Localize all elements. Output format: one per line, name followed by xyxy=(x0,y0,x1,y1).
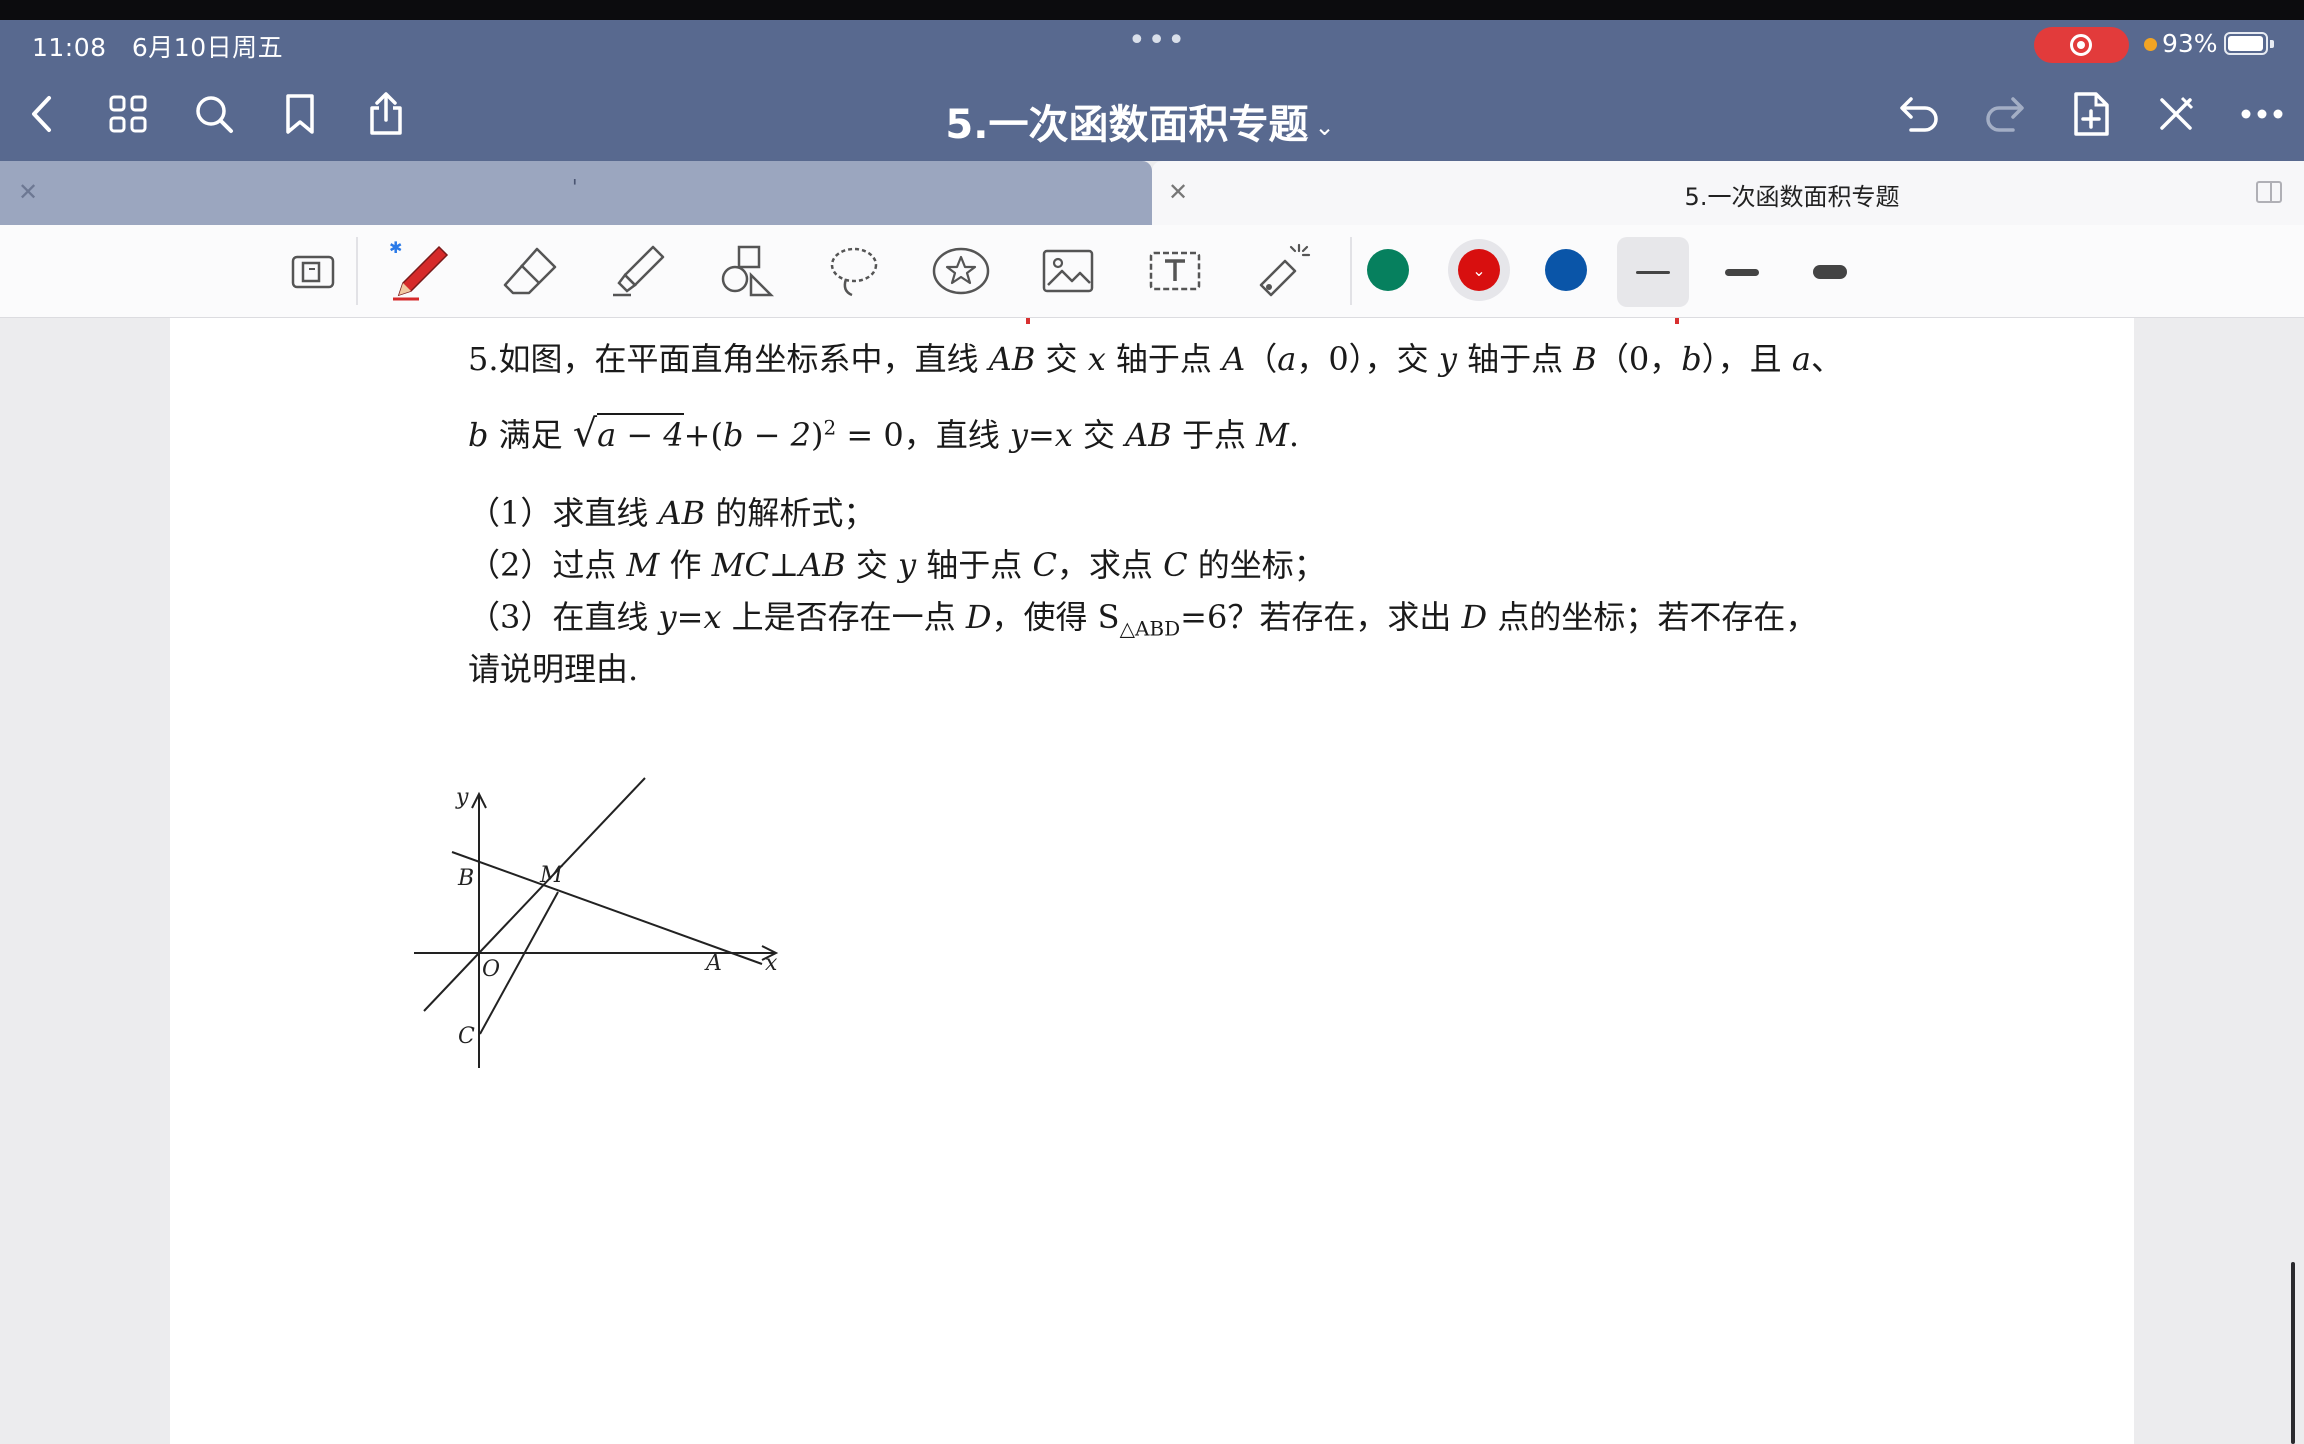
battery-icon xyxy=(2224,32,2274,55)
figure-label-M: M xyxy=(539,863,563,888)
sqrt-symbol: √ xyxy=(572,411,598,455)
eraser-icon xyxy=(503,247,557,295)
lasso-icon xyxy=(830,247,878,297)
tab-label: 5.一次函数面积专题 xyxy=(1684,183,1900,211)
figure-label-C: C xyxy=(458,1024,475,1049)
screen-recording-indicator[interactable] xyxy=(2034,27,2129,63)
redo-icon xyxy=(1986,97,2024,132)
undo-icon xyxy=(1900,97,1938,132)
color-swatch-blue[interactable] xyxy=(1545,249,1587,291)
line-AB xyxy=(451,851,763,965)
ink-mark xyxy=(1026,318,1030,324)
back-button[interactable] xyxy=(14,86,70,142)
status-clock: 11:08 6月10日周五 xyxy=(32,33,284,62)
laser-pointer-tool[interactable] xyxy=(1246,235,1320,307)
share-button[interactable] xyxy=(358,86,414,142)
figure-label-y: y xyxy=(455,785,469,810)
search-icon xyxy=(196,96,233,133)
multitasking-dots-icon[interactable]: ••• xyxy=(1128,23,1187,58)
pdf-page: 5.如图，在平面直角坐标系中，直线 AB 交 x 轴于点 A（a，0），交 y … xyxy=(170,318,2134,1444)
lasso-tool[interactable] xyxy=(817,235,891,307)
figure-label-O: O xyxy=(482,957,500,982)
pen-off-icon xyxy=(2160,96,2194,130)
sticker-tool[interactable] xyxy=(924,235,998,307)
document-viewport[interactable]: 5.如图，在平面直角坐标系中，直线 AB 交 x 轴于点 A（a，0），交 y … xyxy=(0,318,2304,1444)
coordinate-figure: y x B M O A C xyxy=(414,777,779,1068)
question-1: （1）求直线 AB 的解析式； xyxy=(468,494,876,532)
tab-label: ' xyxy=(572,175,578,199)
more-options-button[interactable] xyxy=(2234,86,2290,142)
add-page-button[interactable] xyxy=(2063,86,2119,142)
stroke-thin-option[interactable] xyxy=(1617,237,1689,307)
color-swatch-red[interactable]: ⌄ xyxy=(1458,249,1500,291)
close-tab-icon[interactable]: ✕ xyxy=(18,178,38,206)
page-view-tool[interactable] xyxy=(276,235,350,307)
pen-icon: ✱ xyxy=(389,239,449,301)
svg-text:✱: ✱ xyxy=(389,239,402,257)
stroke-thick-option[interactable] xyxy=(1794,237,1866,307)
screen-top-edge xyxy=(0,0,2304,20)
ink-mark xyxy=(1675,318,1679,324)
battery-percent: 93% xyxy=(2162,29,2218,58)
question-2: （2）过点 M 作 MC⊥AB 交 y 轴于点 C，求点 C 的坐标； xyxy=(468,546,1326,584)
more-icon xyxy=(2241,109,2283,119)
tab-inactive[interactable]: ✕ ' xyxy=(0,161,1152,225)
chevron-down-icon: ⌄ xyxy=(1472,260,1486,280)
image-icon xyxy=(1042,249,1094,293)
text-box-icon xyxy=(1149,251,1201,291)
page-view-icon xyxy=(291,255,335,289)
text-box-tool[interactable] xyxy=(1138,235,1212,307)
bookmark-icon xyxy=(286,94,314,134)
shapes-icon xyxy=(721,245,775,297)
shapes-tool[interactable] xyxy=(710,235,784,307)
document-tab-bar: ✕ ' ✕ 5.一次函数面积专题 xyxy=(0,161,2304,225)
search-button[interactable] xyxy=(186,86,242,142)
navigation-bar: 11:08 6月10日周五 ••• 93% 5.一次函数面积专题 ⌄ xyxy=(0,20,2304,161)
tab-active[interactable]: ✕ 5.一次函数面积专题 xyxy=(1152,161,2304,225)
redo-button[interactable] xyxy=(1977,86,2033,142)
laser-pointer-icon xyxy=(1259,243,1311,297)
undo-button[interactable] xyxy=(1891,86,1947,142)
highlighter-tool[interactable] xyxy=(602,235,676,307)
question-3: （3）在直线 y=x 上是否存在一点 D，使得 S△ABD=6？若存在，求出 D… xyxy=(468,598,1818,641)
pen-tool[interactable]: ✱ xyxy=(384,235,458,307)
figure-label-B: B xyxy=(457,866,474,891)
add-page-icon xyxy=(2074,92,2109,136)
question-3-continued: 请说明理由. xyxy=(468,650,639,688)
mic-in-use-dot xyxy=(2144,38,2157,51)
eraser-tool[interactable] xyxy=(494,235,568,307)
stroke-medium-option[interactable] xyxy=(1706,237,1778,307)
toolbar-divider xyxy=(356,237,358,305)
problem-line-1: 5.如图，在平面直角坐标系中，直线 AB 交 x 轴于点 A（a，0），交 y … xyxy=(468,340,1843,378)
figure-label-A: A xyxy=(704,951,722,976)
line-y-equals-x xyxy=(423,777,646,1012)
figure-label-x: x xyxy=(765,951,778,976)
image-tool[interactable] xyxy=(1031,235,1105,307)
share-icon xyxy=(370,92,402,135)
record-icon xyxy=(2070,34,2092,56)
close-tab-icon[interactable]: ✕ xyxy=(1168,178,1188,206)
annotation-toolbar: ✱ ⌄ xyxy=(0,225,2304,318)
thumbnails-button[interactable] xyxy=(100,86,156,142)
sticker-icon xyxy=(932,247,990,295)
scrollbar[interactable] xyxy=(2291,1262,2295,1444)
toolbar-divider xyxy=(1350,237,1352,305)
chevron-down-icon: ⌄ xyxy=(1314,113,1335,141)
color-swatch-green[interactable] xyxy=(1367,249,1409,291)
grid-icon xyxy=(109,95,147,133)
bookmark-button[interactable] xyxy=(272,86,328,142)
close-editing-button[interactable] xyxy=(2148,86,2204,142)
chevron-left-icon xyxy=(32,96,51,132)
document-title-button[interactable]: 5.一次函数面积专题 ⌄ xyxy=(900,92,1380,150)
split-view-icon[interactable] xyxy=(2256,181,2282,203)
problem-line-2: b 满足 √a − 4+(b − 2)2 = 0，直线 y=x 交 AB 于点 … xyxy=(468,411,1300,455)
highlighter-icon xyxy=(613,245,665,297)
